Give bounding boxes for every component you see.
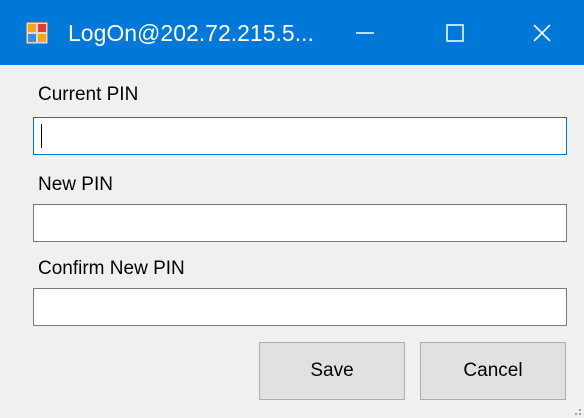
minimize-icon [356,31,374,34]
text-caret [41,124,42,148]
cancel-button[interactable]: Cancel [420,342,566,400]
new-pin-field[interactable] [33,204,567,242]
resize-grip-icon[interactable] [570,404,582,416]
maximize-icon [446,23,464,42]
confirm-pin-label: Confirm New PIN [38,258,185,279]
app-icon [26,22,48,44]
close-button[interactable] [500,0,584,65]
current-pin-field[interactable] [33,117,567,155]
new-pin-label: New PIN [38,174,113,195]
minimize-button[interactable] [320,0,410,65]
current-pin-label: Current PIN [38,84,139,105]
save-button[interactable]: Save [259,342,405,400]
logon-dialog: LogOn@202.72.215.5... Current PIN New PI… [0,0,584,418]
confirm-pin-field[interactable] [33,288,567,326]
window-title: LogOn@202.72.215.5... [68,20,314,46]
maximize-button[interactable] [410,0,500,65]
close-icon [533,23,551,42]
title-bar[interactable]: LogOn@202.72.215.5... [0,0,584,65]
